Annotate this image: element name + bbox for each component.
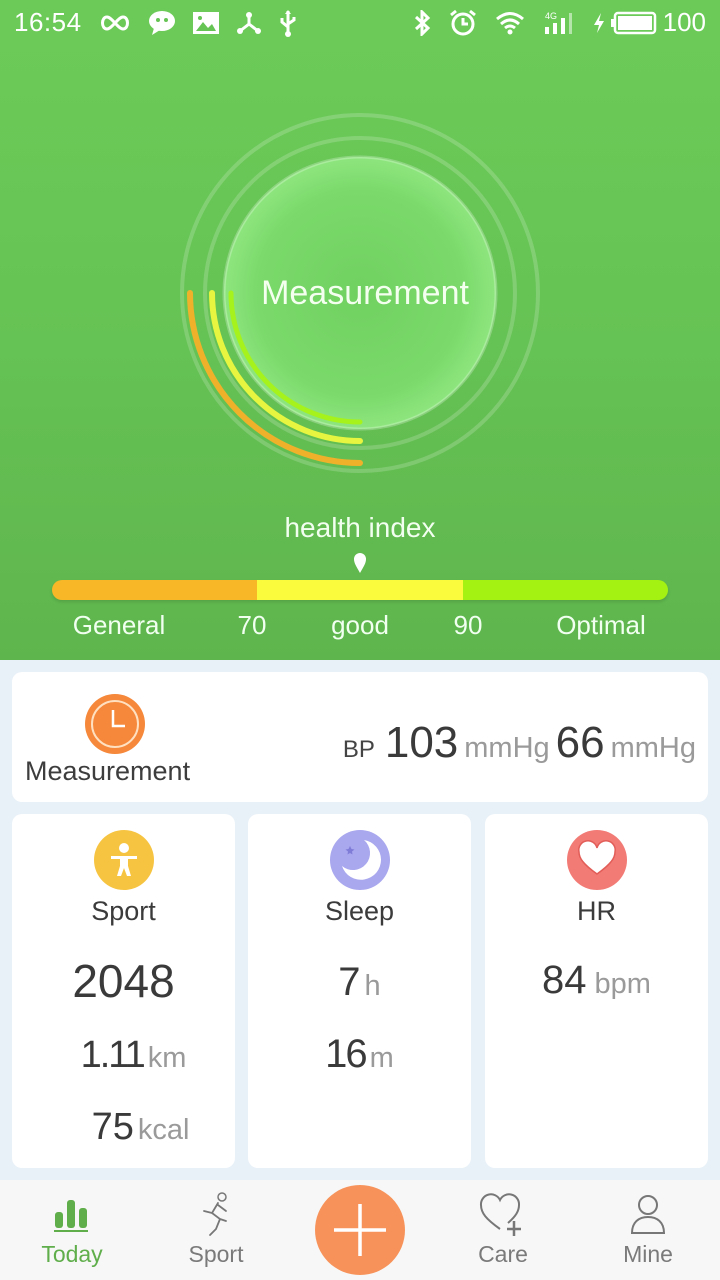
- plus-icon: [334, 1204, 386, 1256]
- sleep-minutes-value: 16: [325, 1032, 367, 1076]
- share-icon: [236, 8, 262, 38]
- bp-diastolic-value: 66: [555, 718, 605, 767]
- moon-icon: [330, 830, 390, 890]
- nav-mine-label: Mine: [623, 1241, 673, 1267]
- chat-icon: [148, 8, 176, 38]
- heart-rate-card[interactable]: HR 84 bpm: [485, 814, 708, 1168]
- nav-today-label: Today: [41, 1241, 103, 1267]
- sleep-minutes-unit: m: [369, 1042, 394, 1074]
- sport-card[interactable]: Sport 2048 1.11 km 75 kcal: [12, 814, 235, 1168]
- bluetooth-icon: [413, 8, 431, 38]
- add-button[interactable]: [315, 1185, 405, 1275]
- sleep-hours-value: 7: [338, 960, 361, 1004]
- health-segment-general: [52, 580, 258, 600]
- distance-value: 1.11: [80, 1034, 146, 1076]
- infinity-icon: [98, 8, 132, 38]
- hr-card-title: HR: [577, 896, 616, 926]
- alarm-icon: [449, 8, 477, 38]
- runner-icon: [198, 1190, 234, 1238]
- distance-unit: km: [147, 1042, 187, 1074]
- scale-label-90: 90: [453, 610, 483, 640]
- sport-steps: 2048: [12, 954, 235, 1008]
- bar-chart-icon: [52, 1190, 92, 1238]
- bp-systolic-value: 103: [384, 718, 459, 767]
- sleep-card-title: Sleep: [324, 896, 395, 926]
- user-icon: [629, 1190, 667, 1238]
- nav-sport-label: Sport: [188, 1241, 244, 1267]
- battery-indicator: 100: [593, 7, 706, 38]
- blood-pressure-card[interactable]: Measurement BP 103 mmHg 66 mmHg: [12, 672, 708, 802]
- scale-label-70: 70: [237, 610, 267, 640]
- heart-plus-icon: [478, 1190, 528, 1238]
- health-segment-optimal: [462, 580, 668, 600]
- sport-calories: 75 kcal: [12, 1106, 235, 1149]
- nav-care-label: Care: [478, 1241, 528, 1267]
- health-index-title: health index: [284, 512, 436, 543]
- charging-icon: [593, 12, 604, 33]
- sport-distance: 1.11 km: [12, 1034, 235, 1077]
- gauge-label[interactable]: Measurement: [0, 274, 720, 313]
- signal-4g-icon: 4G: [543, 8, 575, 38]
- scale-label-good: good: [331, 610, 389, 640]
- battery-level: 100: [662, 7, 706, 37]
- hr-unit: bpm: [594, 968, 651, 1000]
- health-segment-good: [257, 580, 463, 600]
- nav-care[interactable]: Care: [443, 1180, 563, 1280]
- calories-value: 75: [91, 1106, 134, 1148]
- calories-unit: kcal: [137, 1114, 190, 1146]
- bp-systolic-unit: mmHg: [464, 732, 550, 764]
- bp-card-title: Measurement: [25, 756, 191, 786]
- nav-today[interactable]: Today: [12, 1180, 132, 1280]
- status-bar: 16:54 4G 100: [0, 0, 720, 45]
- network-type-label: 4G: [545, 11, 557, 21]
- bp-readout: BP 103 mmHg 66 mmHg: [343, 718, 696, 768]
- hr-value: 84: [542, 958, 587, 1002]
- steps-value: 2048: [72, 955, 175, 1007]
- person-icon: [94, 830, 154, 890]
- nav-mine[interactable]: Mine: [588, 1180, 708, 1280]
- clock-icon: [85, 694, 145, 754]
- wifi-icon: [495, 8, 525, 38]
- health-index-bar: [52, 580, 668, 600]
- bp-label: BP: [342, 736, 375, 763]
- status-time: 16:54: [14, 7, 82, 37]
- health-index-marker-icon: [354, 553, 366, 573]
- sport-card-title: Sport: [91, 896, 156, 926]
- sleep-hours: 7 h: [248, 960, 471, 1005]
- sleep-card[interactable]: Sleep 7 h 16 m: [248, 814, 471, 1168]
- nav-sport[interactable]: Sport: [156, 1180, 276, 1280]
- sleep-minutes: 16 m: [248, 1032, 471, 1077]
- scale-label-optimal: Optimal: [556, 610, 646, 640]
- scale-label-general: General: [72, 610, 166, 640]
- heart-icon: [567, 830, 627, 890]
- hr-reading: 84 bpm: [485, 958, 708, 1003]
- image-icon: [192, 8, 220, 38]
- health-index-scale: General 70 good 90 Optimal: [0, 610, 720, 646]
- sleep-hours-unit: h: [364, 970, 381, 1002]
- usb-icon: [278, 8, 298, 38]
- battery-icon: [610, 11, 656, 34]
- bp-diastolic-unit: mmHg: [610, 732, 696, 764]
